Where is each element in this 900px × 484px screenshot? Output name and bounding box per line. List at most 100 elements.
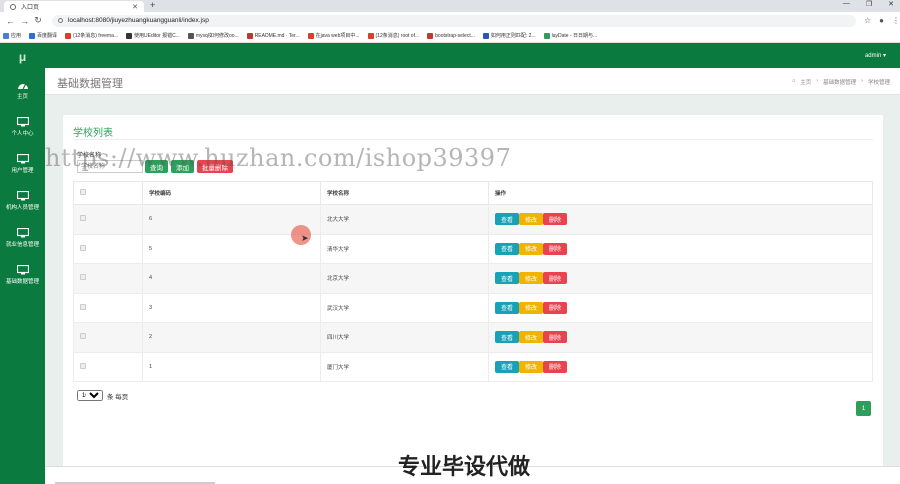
minimize-icon[interactable]: —: [843, 0, 850, 8]
view-button[interactable]: 查看: [495, 331, 519, 344]
delete-button[interactable]: 删除: [543, 331, 567, 344]
monitor-icon: [16, 227, 29, 237]
row-checkbox[interactable]: [80, 244, 86, 251]
bookmark-item[interactable]: layDate - 日日期与...: [543, 32, 597, 39]
info-icon: [57, 18, 63, 23]
sidebar-item[interactable]: 基础数据管理: [0, 256, 45, 293]
menu-icon[interactable]: ⋮: [892, 16, 900, 25]
row-checkbox[interactable]: [80, 215, 86, 222]
edit-button[interactable]: 修改: [519, 331, 543, 344]
dashboard-icon: [17, 83, 28, 89]
breadcrumb-home[interactable]: 主页: [800, 78, 811, 86]
bookmark-item[interactable]: bootstrap-select...: [427, 32, 475, 39]
row-checkbox[interactable]: [80, 362, 86, 369]
view-button[interactable]: 查看: [495, 272, 519, 285]
bookmark-favicon-icon: [187, 32, 194, 39]
bookmark-item[interactable]: 使用UEditor 报错C...: [126, 32, 180, 39]
view-button[interactable]: 查看: [495, 213, 519, 226]
monitor-icon: [16, 190, 29, 200]
reload-icon[interactable]: ↻: [34, 15, 42, 26]
globe-icon: [10, 3, 16, 10]
sidebar-item[interactable]: 机构人员管理: [0, 182, 45, 219]
edit-button[interactable]: 修改: [519, 242, 543, 255]
tab-title: 入口页: [21, 5, 40, 11]
school-code: 1: [142, 351, 321, 382]
watermark: https://www.huzhan.com/ishop39397: [45, 144, 512, 172]
bookmark-item[interactable]: README.md · Ter...: [246, 32, 300, 39]
bookmark-item[interactable]: (12条消息) freema...: [65, 32, 118, 39]
sidebar: μ 主页 个人中心 用户管理 机构人员管理 就业信息管理 基础数据管理: [0, 43, 45, 484]
star-icon[interactable]: ☆: [864, 16, 871, 25]
delete-button[interactable]: 删除: [543, 213, 567, 226]
edit-button[interactable]: 修改: [519, 360, 543, 373]
bookmark-label: mysql如何修改oo...: [195, 33, 239, 39]
url-field[interactable]: localhost:8080/jiuyezhuangkuangguanli/in…: [51, 14, 856, 27]
bookmark-item[interactable]: 如何用正则匹配: 2...: [482, 32, 536, 39]
school-name: 武汉大学: [320, 292, 489, 323]
bookmark-item[interactable]: (12条消息) root of...: [367, 32, 419, 39]
bookmark-favicon-icon: [29, 32, 36, 39]
view-button[interactable]: 查看: [495, 301, 519, 314]
bookmark-favicon-icon: [543, 32, 550, 39]
sidebar-item-label: 主页: [16, 93, 28, 100]
sidebar-item[interactable]: 个人中心: [0, 108, 45, 145]
bookmark-item[interactable]: 百度翻译: [29, 32, 57, 39]
bookmark-favicon-icon: [65, 32, 72, 39]
row-checkbox[interactable]: [80, 303, 86, 310]
delete-button[interactable]: 删除: [543, 272, 567, 285]
sidebar-item[interactable]: 主页: [0, 71, 45, 108]
bookmark-item[interactable]: mysql如何修改oo...: [187, 32, 239, 39]
sidebar-item[interactable]: 就业信息管理: [0, 219, 45, 256]
home-icon: ⌂: [791, 78, 796, 84]
restore-icon[interactable]: ❐: [866, 0, 872, 8]
bookmark-favicon-icon: [126, 32, 133, 39]
school-name: 北京大学: [320, 263, 489, 294]
bookmark-favicon-icon: [482, 32, 489, 39]
address-bar: ← → ↻ localhost:8080/jiuyezhuangkuanggua…: [0, 12, 900, 29]
bookmark-label: 如何用正则匹配: 2...: [490, 33, 536, 39]
table-header: 学校编码 学校名称 操作: [73, 181, 873, 205]
monitor-icon: [16, 116, 29, 126]
select-all-checkbox[interactable]: [80, 189, 86, 195]
close-window-icon[interactable]: ✕: [888, 0, 894, 8]
edit-button[interactable]: 修改: [519, 213, 543, 226]
table-row: 6 北大大学 查看 修改 删除: [73, 204, 873, 235]
new-tab-icon[interactable]: +: [150, 0, 155, 10]
edit-button[interactable]: 修改: [519, 272, 543, 285]
bookmarks-bar: 应用 百度翻译 (12条消息) freema... 使用UEditor 报错C... m…: [0, 29, 900, 43]
page-size-select[interactable]: 10: [77, 390, 103, 401]
row-checkbox[interactable]: [80, 274, 86, 281]
breadcrumb: ⌂ 主页 › 基础数据管理 › 学校管理: [791, 78, 890, 86]
forward-icon[interactable]: →: [20, 16, 29, 26]
school-name: 厦门大学: [320, 351, 489, 382]
bookmark-label: 使用UEditor 报错C...: [134, 33, 180, 39]
profile-icon[interactable]: ●: [879, 16, 884, 25]
page-title: 基础数据管理: [57, 78, 123, 90]
browser-tab[interactable]: 入口页 ✕: [4, 1, 144, 12]
window-controls: — ❐ ✕: [843, 0, 894, 8]
delete-button[interactable]: 删除: [543, 242, 567, 255]
delete-button[interactable]: 删除: [543, 301, 567, 314]
user-menu[interactable]: admin ▾: [865, 52, 886, 59]
bookmark-favicon-icon: [3, 32, 9, 39]
view-button[interactable]: 查看: [495, 360, 519, 373]
bookmark-label: 在java web项目中...: [315, 33, 360, 39]
close-icon[interactable]: ✕: [132, 3, 138, 11]
edit-button[interactable]: 修改: [519, 301, 543, 314]
view-button[interactable]: 查看: [495, 242, 519, 255]
breadcrumb-section[interactable]: 基础数据管理: [823, 78, 856, 86]
top-bar: admin ▾: [45, 43, 900, 68]
bookmark-favicon-icon: [427, 32, 434, 39]
page-button[interactable]: 1: [856, 401, 871, 416]
row-checkbox[interactable]: [80, 333, 86, 340]
promo-text: 专业毕设代做: [398, 454, 531, 479]
table-row: 4 北京大学 查看 修改 删除: [73, 263, 873, 294]
back-icon[interactable]: ←: [6, 16, 15, 26]
delete-button[interactable]: 删除: [543, 360, 567, 373]
bookmark-item[interactable]: 应用: [3, 32, 21, 39]
school-code: 4: [142, 263, 321, 294]
bookmark-item[interactable]: 在java web项目中...: [307, 32, 360, 39]
sidebar-item[interactable]: 用户管理: [0, 145, 45, 182]
content-area: 基础数据管理 ⌂ 主页 › 基础数据管理 › 学校管理 学校列表 学校名称 查询…: [45, 68, 900, 484]
bookmark-label: bootstrap-select...: [435, 32, 475, 39]
